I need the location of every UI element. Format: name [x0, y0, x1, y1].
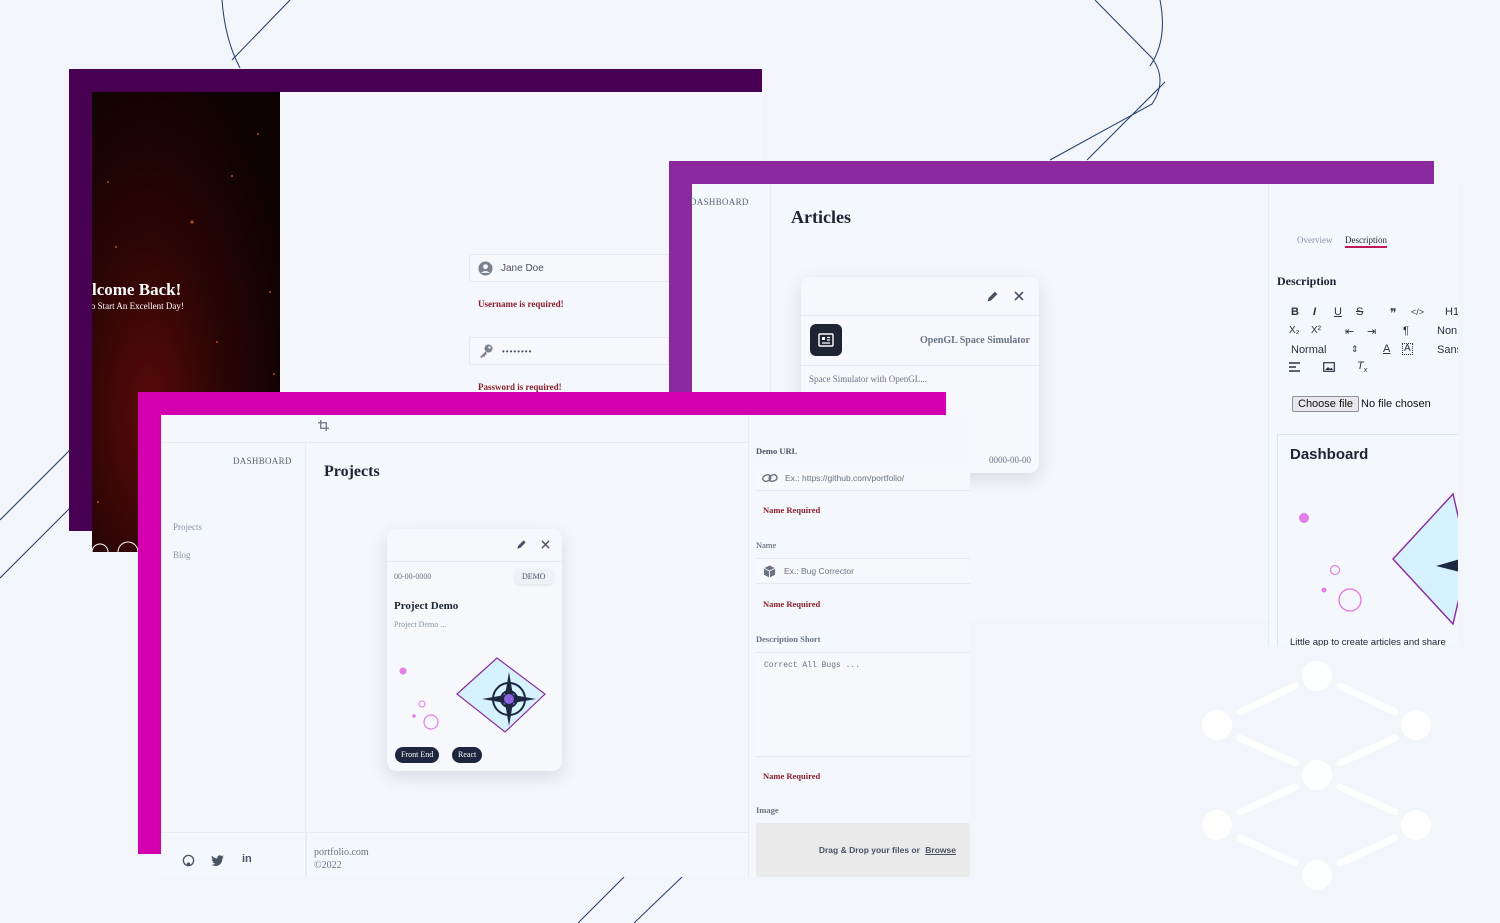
edit-pencil-icon[interactable]: [983, 287, 1001, 305]
name-placeholder: Ex.: Bug Corrector: [784, 566, 854, 576]
toolbar-size-select[interactable]: Non: [1437, 325, 1457, 337]
box-icon: [763, 564, 776, 578]
article-card-title: OpenGL Space Simulator: [919, 335, 1030, 346]
background-color-icon[interactable]: A: [1402, 343, 1413, 355]
username-value: Jane Doe: [501, 262, 544, 274]
toolbar-direction[interactable]: ¶: [1403, 325, 1409, 337]
desc-short-placeholder: Correct All Bugs ...: [764, 661, 861, 670]
article-card-divider-2: [801, 365, 1039, 366]
close-icon[interactable]: [537, 536, 553, 552]
tag-react: React: [452, 747, 483, 763]
article-card-divider: [801, 315, 1039, 316]
footer-site[interactable]: portfolio.com: [314, 847, 369, 858]
article-card-desc: Space Simulator with OpenGL...: [809, 374, 927, 384]
welcome-title: lcome Back!: [92, 280, 182, 299]
network-graphic: [1202, 661, 1431, 890]
password-field[interactable]: ••••••••: [469, 337, 669, 365]
toolbar-outdent[interactable]: ⇤: [1345, 325, 1354, 338]
articles-nav-dashboard[interactable]: DASHBOARD: [690, 197, 770, 207]
preview-title: Dashboard: [1290, 446, 1369, 463]
image-icon[interactable]: [1323, 362, 1335, 375]
image-dropzone[interactable]: Drag & Drop your files or Browse: [756, 823, 970, 877]
preview-caption: Little app to create articles and share: [1290, 637, 1446, 646]
clear-format-icon[interactable]: Tx: [1357, 360, 1367, 374]
project-card-desc: Project Demo ...: [394, 620, 447, 629]
desc-short-error: Name Required: [763, 771, 821, 781]
desc-short-textarea[interactable]: Correct All Bugs ...: [756, 652, 970, 757]
compass-illustration: [1299, 492, 1458, 626]
toolbar-code[interactable]: </>: [1411, 307, 1424, 317]
user-circle-icon: [478, 260, 493, 276]
footer-year: ©2022: [314, 860, 342, 871]
project-card-title: Project Demo: [394, 600, 459, 612]
edit-pencil-icon[interactable]: [513, 536, 529, 552]
article-card-date: 0000-00-00: [989, 455, 1031, 465]
project-form-panel: Demo URL Ex.: https://github.com/portfol…: [748, 415, 970, 877]
projects-sidebar: [161, 443, 306, 877]
key-icon: [478, 343, 494, 359]
demo-url-label: Demo URL: [756, 446, 798, 456]
tab-description[interactable]: Description: [1345, 235, 1387, 248]
browse-link[interactable]: Browse: [925, 845, 956, 855]
name-label: Name: [756, 540, 777, 550]
crop-icon[interactable]: [316, 418, 330, 432]
toolbar-subscript[interactable]: X₂: [1289, 325, 1300, 336]
projects-footer-divider: [161, 832, 748, 833]
twitter-icon[interactable]: [211, 855, 224, 866]
desc-short-label: Description Short: [756, 634, 821, 644]
toolbar-superscript[interactable]: X²: [1311, 325, 1321, 336]
projects-page-title: Projects: [324, 463, 380, 480]
choose-file-button[interactable]: Choose file: [1292, 396, 1360, 412]
description-heading: Description: [1277, 274, 1337, 288]
toolbar-italic[interactable]: I: [1313, 306, 1316, 318]
github-icon[interactable]: [182, 854, 195, 867]
demo-button[interactable]: DEMO: [515, 569, 553, 584]
articles-page-title: Articles: [791, 207, 851, 227]
demo-url-placeholder: Ex.: https://github.com/portfolio/: [785, 472, 905, 483]
linkedin-icon[interactable]: in: [242, 853, 252, 865]
project-card[interactable]: 00-00-0000 DEMO Project Demo Project Dem…: [387, 529, 562, 771]
projects-topbar: [161, 415, 748, 443]
demo-url-error: Name Required: [763, 505, 821, 515]
project-card-divider: [387, 561, 562, 562]
username-error: Username is required!: [478, 299, 564, 309]
projects-footer-sidebar-line: [306, 832, 307, 877]
demo-url-input[interactable]: Ex.: https://github.com/portfolio/: [756, 465, 970, 491]
toolbar-indent[interactable]: ⇥: [1367, 325, 1376, 338]
close-icon[interactable]: [1010, 287, 1028, 305]
projects-nav-dashboard[interactable]: DASHBOARD: [233, 456, 292, 466]
password-value: ••••••••: [502, 346, 533, 356]
dropzone-text: Drag & Drop your files or: [818, 845, 923, 855]
toolbar-bold[interactable]: B: [1291, 306, 1299, 318]
nav-item-blog[interactable]: Blog: [173, 550, 191, 560]
toolbar-heading[interactable]: H1: [1445, 306, 1458, 318]
compass-illustration: [399, 657, 546, 733]
password-error: Password is required!: [478, 382, 562, 392]
no-file-label: No file chosen: [1361, 398, 1431, 410]
username-field[interactable]: Jane Doe: [469, 254, 669, 282]
align-icon[interactable]: [1289, 362, 1301, 375]
welcome-subtitle: To Start An Excellent Day!: [92, 301, 184, 311]
name-error: Name Required: [763, 599, 821, 609]
toolbar-quote[interactable]: ❞: [1390, 306, 1396, 320]
text-color-icon[interactable]: A: [1383, 343, 1390, 355]
toolbar-font-select[interactable]: Sans: [1437, 344, 1458, 356]
page-background: lcome Back! To Start An Excellent Day! J…: [0, 0, 1500, 923]
preview-card[interactable]: Dashboard Little app to create articles …: [1277, 434, 1458, 646]
description-panel: Overview Description Description B I U S…: [1268, 184, 1458, 646]
project-card-date: 00-00-0000: [394, 572, 432, 581]
toolbar-strike[interactable]: S: [1356, 306, 1363, 318]
newspaper-icon: [810, 324, 842, 356]
link-icon: [762, 472, 778, 484]
tab-overview[interactable]: Overview: [1297, 235, 1333, 245]
toolbar-underline[interactable]: U: [1334, 306, 1342, 318]
tag-front-end: Front End: [395, 747, 440, 763]
select-arrows-icon: ⇕: [1351, 344, 1359, 354]
name-input[interactable]: Ex.: Bug Corrector: [756, 558, 970, 584]
toolbar-format-select[interactable]: Normal: [1291, 344, 1326, 356]
nav-item-projects[interactable]: Projects: [173, 522, 202, 532]
image-label: Image: [756, 805, 779, 815]
